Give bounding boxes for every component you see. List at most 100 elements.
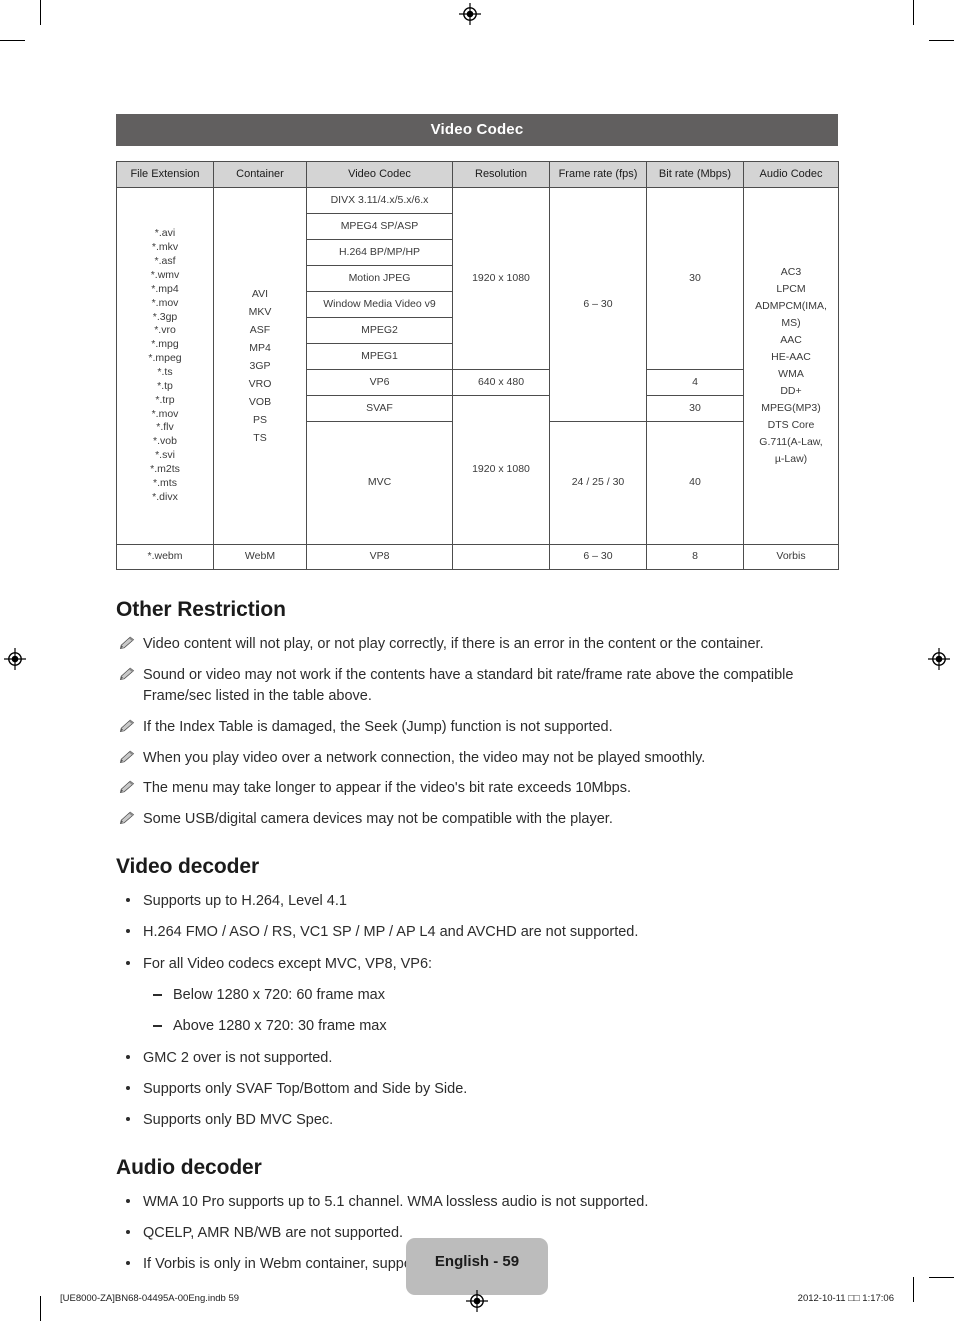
list-item: GMC 2 over is not supported. bbox=[116, 1048, 838, 1068]
footer-file-info: [UE8000-ZA]BN68-04495A-00Eng.indb 59 bbox=[60, 1293, 240, 1304]
col-header-container: Container bbox=[213, 161, 307, 188]
cell-video-codec: MPEG2 bbox=[306, 317, 453, 344]
pencil-icon bbox=[118, 719, 135, 734]
page-number-badge: English - 59 bbox=[406, 1238, 548, 1295]
page-number-text: English - 59 bbox=[434, 1253, 520, 1270]
list-item: The menu may take longer to appear if th… bbox=[116, 778, 838, 799]
cell-resolution-webm bbox=[452, 544, 550, 570]
cell-video-codec: MVC bbox=[306, 421, 453, 545]
list-item-text: WMA 10 Pro supports up to 5.1 channel. W… bbox=[143, 1193, 649, 1210]
col-header-file-extension: File Extension bbox=[116, 161, 214, 188]
page-content: Video Codec File Extension Container Vid… bbox=[116, 0, 839, 1285]
section-title-band: Video Codec bbox=[116, 114, 838, 146]
cell-video-codec: VP6 bbox=[306, 369, 453, 396]
cell-video-codec: MPEG4 SP/ASP bbox=[306, 213, 453, 240]
sub-list-item-text: Below 1280 x 720: 60 frame max bbox=[173, 987, 385, 1004]
cell-video-codec: MPEG1 bbox=[306, 343, 453, 370]
section-title-text: Video Codec bbox=[430, 121, 524, 138]
cell-audio-codec-webm: Vorbis bbox=[743, 544, 839, 570]
cell-bitrate-svaf: 30 bbox=[646, 395, 744, 422]
list-item-text: GMC 2 over is not supported. bbox=[143, 1049, 333, 1066]
registration-mark-left-middle bbox=[4, 648, 26, 670]
registration-mark-bottom-center bbox=[466, 1290, 488, 1317]
bullet-dot-icon bbox=[126, 929, 130, 934]
dash-icon bbox=[153, 1025, 162, 1028]
crop-mark-bottom-left-vertical bbox=[40, 1296, 41, 1321]
col-header-bit-rate: Bit rate (Mbps) bbox=[646, 161, 744, 188]
list-item: WMA 10 Pro supports up to 5.1 channel. W… bbox=[116, 1192, 838, 1212]
bullet-dot-icon bbox=[126, 1229, 130, 1234]
video-codec-table: File Extension Container Video Codec Res… bbox=[116, 161, 839, 570]
crop-mark-top-left-horizontal bbox=[0, 40, 25, 41]
sub-list-item: Below 1280 x 720: 60 frame max bbox=[143, 985, 838, 1005]
sub-list-item-text: Above 1280 x 720: 30 frame max bbox=[173, 1018, 387, 1035]
bullet-dot-icon bbox=[126, 1054, 130, 1059]
list-item: Supports only SVAF Top/Bottom and Side b… bbox=[116, 1079, 838, 1099]
cell-video-codec: Motion JPEG bbox=[306, 265, 453, 292]
cell-framerate-mvc: 24 / 25 / 30 bbox=[549, 421, 647, 545]
pencil-icon bbox=[118, 811, 135, 826]
pencil-icon bbox=[118, 780, 135, 795]
list-item-text: Supports only SVAF Top/Bottom and Side b… bbox=[143, 1080, 468, 1097]
list-item-text: QCELP, AMR NB/WB are not supported. bbox=[143, 1224, 404, 1241]
list-item-text: For all Video codecs except MVC, VP8, VP… bbox=[143, 955, 433, 972]
bullet-dot-icon bbox=[126, 898, 130, 903]
col-header-frame-rate: Frame rate (fps) bbox=[549, 161, 647, 188]
list-item-text: H.264 FMO / ASO / RS, VC1 SP / MP / AP L… bbox=[143, 924, 639, 941]
crop-mark-bottom-right-vertical bbox=[913, 1277, 914, 1302]
list-item: Some USB/digital camera devices may not … bbox=[116, 809, 838, 830]
cell-file-extensions: *.avi *.mkv *.asf *.wmv *.mp4 *.mov *.3g… bbox=[116, 187, 214, 545]
cell-video-codec-webm: VP8 bbox=[306, 544, 453, 570]
pencil-icon bbox=[118, 636, 135, 651]
cell-file-extension-webm: *.webm bbox=[116, 544, 214, 570]
dash-icon bbox=[153, 994, 162, 997]
cell-bitrate-vp6: 4 bbox=[646, 369, 744, 396]
pencil-icon bbox=[118, 667, 135, 682]
list-item-text: When you play video over a network conne… bbox=[143, 749, 706, 766]
cell-resolution-main: 1920 x 1080 bbox=[452, 187, 550, 370]
crop-mark-top-left-vertical bbox=[40, 0, 41, 25]
col-header-audio-codec: Audio Codec bbox=[743, 161, 839, 188]
cell-framerate-main: 6 – 30 bbox=[549, 187, 647, 422]
cell-video-codec: DIVX 3.11/4.x/5.x/6.x bbox=[306, 187, 453, 214]
bullet-dot-icon bbox=[126, 960, 130, 965]
list-item: For all Video codecs except MVC, VP8, VP… bbox=[116, 954, 838, 1037]
video-decoder-sublist: Below 1280 x 720: 60 frame max Above 128… bbox=[143, 985, 838, 1037]
list-item: H.264 FMO / ASO / RS, VC1 SP / MP / AP L… bbox=[116, 922, 838, 942]
col-header-video-codec: Video Codec bbox=[306, 161, 453, 188]
heading-video-decoder: Video decoder bbox=[116, 855, 260, 879]
cell-bitrate-mvc: 40 bbox=[646, 421, 744, 545]
heading-audio-decoder: Audio decoder bbox=[116, 1155, 262, 1179]
bullet-dot-icon bbox=[126, 1085, 130, 1090]
other-restriction-list: Video content will not play, or not play… bbox=[116, 634, 838, 830]
table-header-row: File Extension Container Video Codec Res… bbox=[116, 161, 839, 188]
cell-container-webm: WebM bbox=[213, 544, 307, 570]
col-header-resolution: Resolution bbox=[452, 161, 550, 188]
list-item-text: Supports up to H.264, Level 4.1 bbox=[143, 893, 347, 910]
cell-audio-codec-main: AC3 LPCM ADMPCM(IMA, MS) AAC HE-AAC WMA … bbox=[743, 187, 839, 545]
crop-mark-top-right-vertical bbox=[913, 0, 914, 25]
list-item-text: Video content will not play, or not play… bbox=[143, 636, 764, 652]
list-item: If the Index Table is damaged, the Seek … bbox=[116, 717, 838, 738]
bullet-dot-icon bbox=[126, 1198, 130, 1203]
crop-mark-bottom-right-horizontal bbox=[929, 1277, 954, 1278]
list-item-text: The menu may take longer to appear if th… bbox=[143, 780, 631, 797]
cell-bitrate-webm: 8 bbox=[646, 544, 744, 570]
list-item-text: Sound or video may not work if the conte… bbox=[143, 666, 794, 704]
table-row: *.webm WebM VP8 6 – 30 8 Vorbis bbox=[116, 544, 839, 570]
crop-mark-top-right-horizontal bbox=[929, 40, 954, 41]
cell-video-codec: Window Media Video v9 bbox=[306, 291, 453, 318]
pencil-icon bbox=[118, 750, 135, 765]
cell-resolution-mvc: 1920 x 1080 bbox=[452, 395, 550, 545]
video-decoder-list: Supports up to H.264, Level 4.1 H.264 FM… bbox=[116, 891, 838, 1130]
sub-list-item: Above 1280 x 720: 30 frame max bbox=[143, 1016, 838, 1036]
registration-mark-right-middle bbox=[928, 648, 950, 670]
cell-bitrate-main: 30 bbox=[646, 187, 744, 370]
cell-video-codec: SVAF bbox=[306, 395, 453, 422]
cell-containers: AVI MKV ASF MP4 3GP VRO VOB PS TS bbox=[213, 187, 307, 545]
bullet-dot-icon bbox=[126, 1261, 130, 1266]
list-item-text: Some USB/digital camera devices may not … bbox=[143, 811, 613, 828]
list-item: Video content will not play, or not play… bbox=[116, 634, 838, 655]
table-row: *.avi *.mkv *.asf *.wmv *.mp4 *.mov *.3g… bbox=[116, 187, 839, 545]
list-item: Supports up to H.264, Level 4.1 bbox=[116, 891, 838, 911]
